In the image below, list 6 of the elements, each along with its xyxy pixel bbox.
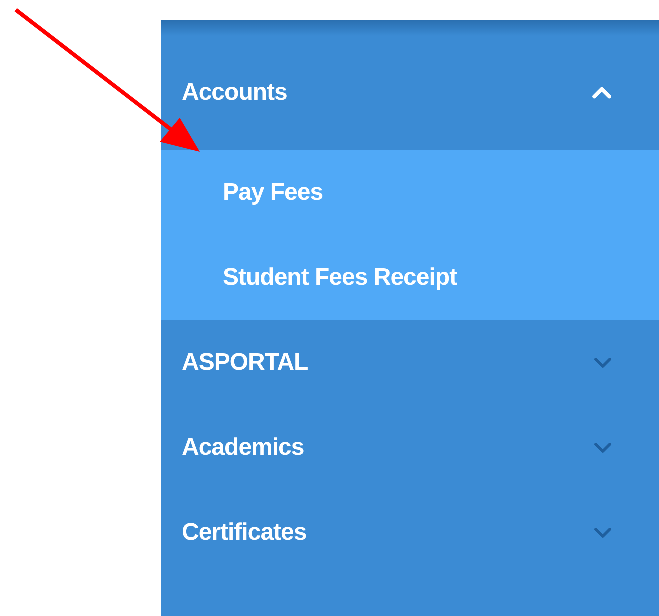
menu-item[interactable]: ASPORTAL: [161, 320, 659, 405]
submenu-item[interactable]: Pay Fees: [161, 150, 659, 235]
menu-item[interactable]: Accounts: [161, 36, 659, 150]
submenu-item[interactable]: Student Fees Receipt: [161, 235, 659, 320]
menu-item[interactable]: Certificates: [161, 490, 659, 575]
menu-item[interactable]: Academics: [161, 405, 659, 490]
